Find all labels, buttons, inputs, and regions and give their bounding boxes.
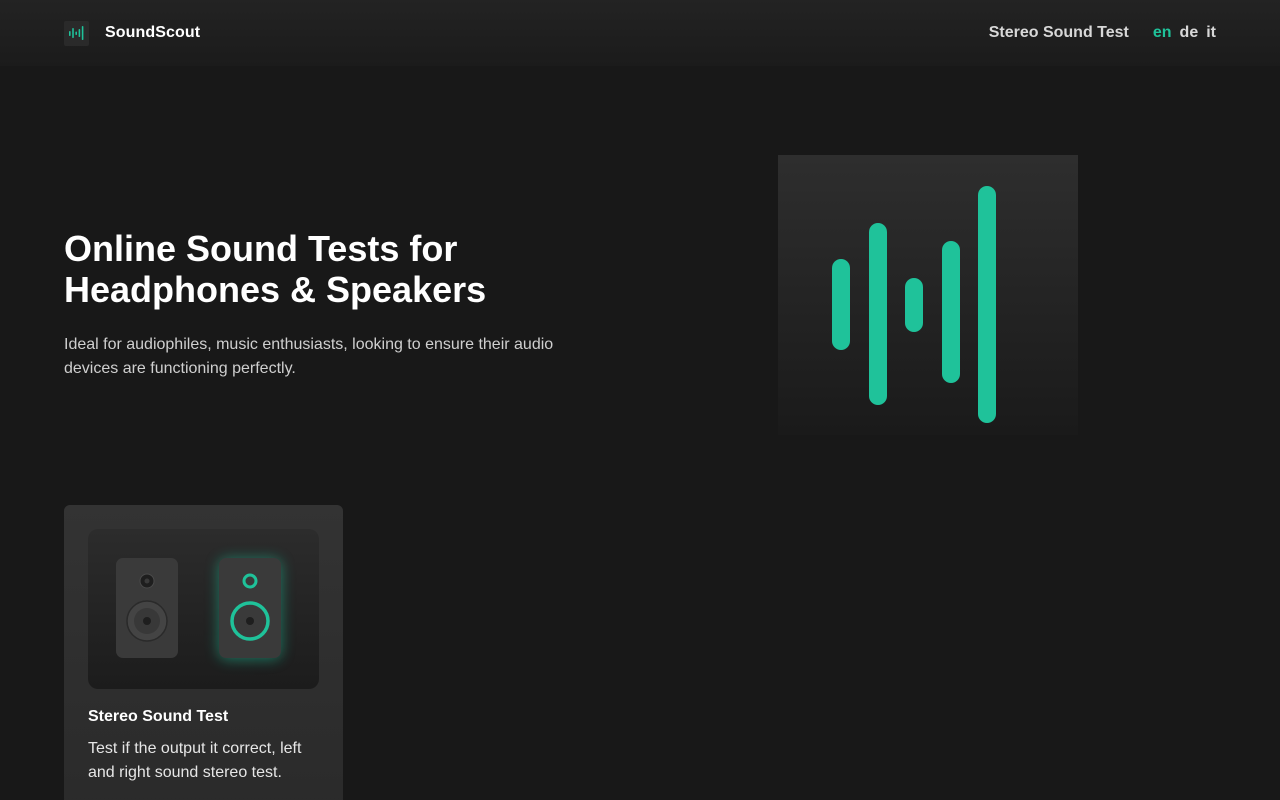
speaker-icon (116, 558, 178, 658)
card-description: Test if the output it correct, left and … (88, 740, 302, 781)
card-title: Stereo Sound Test (88, 708, 229, 725)
speaker-active-icon (219, 558, 281, 659)
lang-it[interactable]: it (1206, 24, 1216, 42)
hero-title-line2: Headphones & Speakers (64, 269, 487, 310)
hero-title: Online Sound Tests for Headphones & Spea… (64, 228, 624, 310)
soundwave-logo-icon (64, 20, 89, 46)
soundwave-icon (832, 186, 996, 423)
site-header: SoundScout Stereo Sound Test en de it (0, 0, 1280, 66)
brand-link[interactable]: SoundScout (64, 20, 201, 46)
stereo-sound-test-card[interactable]: Stereo Sound Test Test if the output it … (64, 505, 343, 800)
hero-title-line1: Online Sound Tests for (64, 228, 458, 269)
lang-de[interactable]: de (1180, 24, 1199, 42)
page: SoundScout Stereo Sound Test en de it On… (0, 0, 1280, 800)
hero-description: Ideal for audiophiles, music enthusiasts… (64, 336, 554, 377)
main-nav: Stereo Sound Test en de it (989, 24, 1216, 42)
lang-en[interactable]: en (1153, 24, 1172, 42)
hero-illustration (778, 155, 1078, 435)
nav-stereo-sound-test[interactable]: Stereo Sound Test (989, 24, 1129, 42)
card-illustration (88, 529, 319, 689)
brand-name: SoundScout (105, 24, 201, 41)
